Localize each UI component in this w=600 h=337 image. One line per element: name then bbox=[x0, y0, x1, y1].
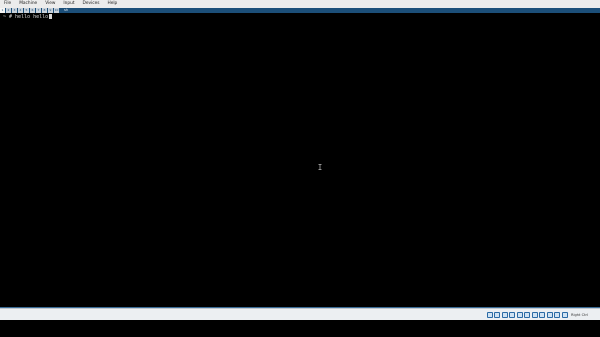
menu-devices[interactable]: Devices bbox=[83, 0, 100, 8]
prompt-line: ~ # hello hello bbox=[3, 14, 52, 20]
lower-black-area bbox=[0, 320, 600, 337]
i-beam-cursor-icon bbox=[318, 164, 322, 170]
network-icon[interactable] bbox=[509, 312, 516, 318]
menu-machine[interactable]: Machine bbox=[19, 0, 37, 8]
text-cursor bbox=[48, 14, 52, 19]
status-tray: Right Ctrl bbox=[485, 311, 588, 319]
shared-folders-icon[interactable] bbox=[524, 312, 531, 318]
menu-input[interactable]: Input bbox=[63, 0, 74, 8]
recording-icon[interactable] bbox=[539, 312, 546, 318]
menu-file[interactable]: File bbox=[4, 0, 11, 8]
terminal-screen[interactable]: ~ # hello hello bbox=[0, 13, 600, 307]
audio-icon[interactable] bbox=[501, 312, 508, 318]
menu-view[interactable]: View bbox=[45, 0, 55, 8]
mouse-integration-icon[interactable] bbox=[554, 312, 561, 318]
status-bar: Right Ctrl bbox=[0, 308, 600, 320]
typed-command: hello hello bbox=[15, 14, 49, 20]
menu-bar: File Machine View Input Devices Help bbox=[0, 0, 600, 8]
shell-prompt: ~ # bbox=[3, 14, 16, 20]
keyboard-icon[interactable] bbox=[561, 312, 568, 318]
display-icon[interactable] bbox=[531, 312, 538, 318]
menu-help[interactable]: Help bbox=[107, 0, 117, 8]
usb-icon[interactable] bbox=[516, 312, 523, 318]
optical-drive-icon[interactable] bbox=[494, 312, 501, 318]
host-key-label: Right Ctrl bbox=[570, 313, 588, 317]
hard-disk-icon[interactable] bbox=[486, 312, 493, 318]
cpu-icon[interactable] bbox=[546, 312, 553, 318]
